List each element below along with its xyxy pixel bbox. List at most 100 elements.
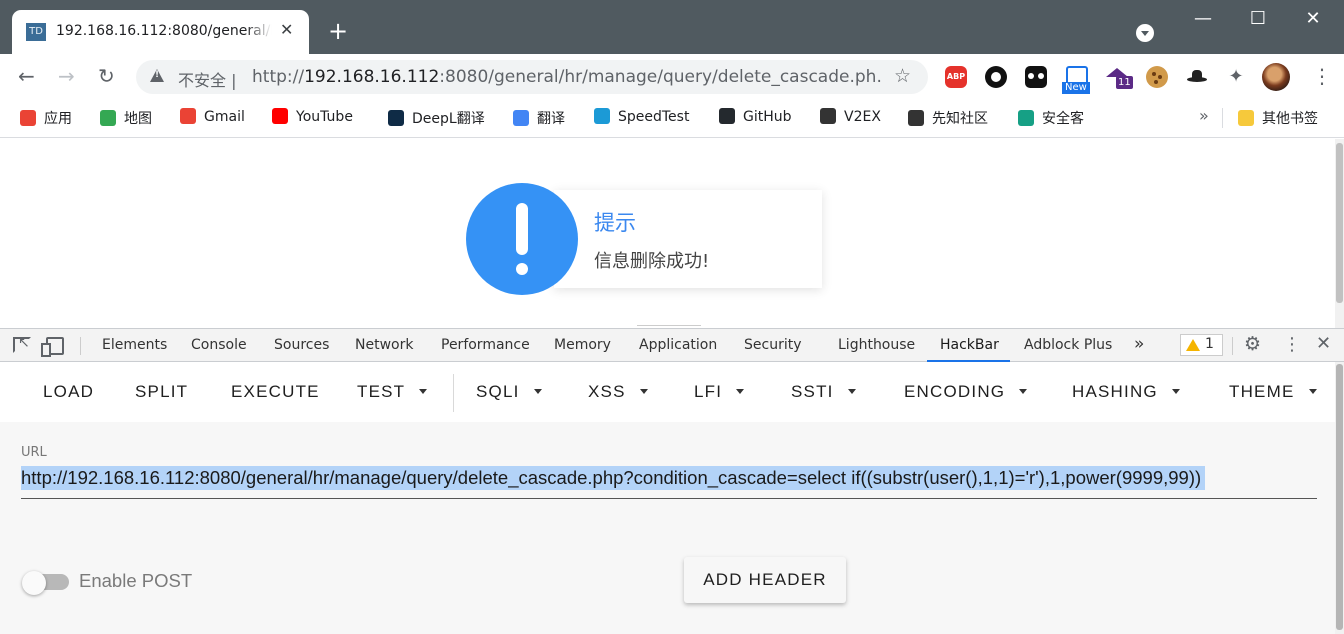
- hackbar-scrollbar[interactable]: [1335, 362, 1344, 634]
- more-tabs-icon[interactable]: »: [1134, 334, 1144, 354]
- lfi-label: LFI: [694, 382, 723, 401]
- tab-console[interactable]: Console: [191, 337, 247, 353]
- lfi-menu[interactable]: LFI: [694, 382, 745, 402]
- bookmark-item[interactable]: YouTube: [272, 108, 353, 128]
- tab-network[interactable]: Network: [355, 337, 413, 353]
- bookmark-label: 翻译: [537, 111, 565, 127]
- sqli-menu[interactable]: SQLI: [476, 382, 542, 402]
- device-toolbar-icon[interactable]: [41, 337, 64, 357]
- close-window-button[interactable]: ✕: [1290, 8, 1336, 29]
- encoding-menu[interactable]: ENCODING: [904, 382, 1028, 402]
- execute-button[interactable]: EXECUTE: [231, 382, 320, 402]
- add-header-button[interactable]: ADD HEADER: [684, 557, 846, 603]
- theme-menu[interactable]: THEME: [1229, 382, 1317, 402]
- bookmarks-divider: [1222, 108, 1223, 128]
- translate-icon: [513, 110, 529, 126]
- page-scrollbar-thumb[interactable]: [1336, 143, 1343, 303]
- minimize-button[interactable]: —: [1180, 8, 1226, 29]
- hackbar-scrollbar-thumb[interactable]: [1336, 364, 1343, 630]
- test-menu[interactable]: TEST: [357, 382, 428, 402]
- tab-elements[interactable]: Elements: [102, 337, 167, 353]
- other-bookmarks[interactable]: 其他书签: [1238, 108, 1318, 128]
- tab-memory[interactable]: Memory: [554, 337, 611, 353]
- tab-adblock-plus[interactable]: Adblock Plus: [1024, 337, 1112, 353]
- tab-favicon-icon: TD: [26, 23, 46, 41]
- extension-dots-icon[interactable]: [1025, 66, 1047, 88]
- reload-icon[interactable]: ↻: [98, 64, 115, 88]
- encoding-label: ENCODING: [904, 382, 1006, 401]
- extension-circle-icon[interactable]: [985, 66, 1007, 88]
- hackbar-panel: LOAD SPLIT EXECUTE TEST SQLI XSS LFI SST…: [0, 362, 1344, 634]
- url-textarea[interactable]: http://192.168.16.112:8080/general/hr/ma…: [21, 464, 1317, 499]
- load-button[interactable]: LOAD: [43, 382, 94, 402]
- caret-down-icon: [1171, 389, 1180, 394]
- back-arrow-icon[interactable]: ←: [18, 64, 35, 88]
- browser-toolbar: ← → ↻ 不安全 | http://192.168.16.112:8080/g…: [0, 54, 1344, 100]
- cookie-icon[interactable]: [1146, 66, 1168, 88]
- devtools-menu-icon[interactable]: ⋮: [1283, 334, 1301, 355]
- url-value[interactable]: http://192.168.16.112:8080/general/hr/ma…: [21, 466, 1206, 490]
- extension-new-icon[interactable]: New: [1062, 66, 1090, 94]
- devtools-close-icon[interactable]: ✕: [1316, 333, 1331, 354]
- devtools-divider: [80, 337, 81, 355]
- split-button[interactable]: SPLIT: [135, 382, 188, 402]
- adblock-plus-icon[interactable]: ABP: [945, 66, 967, 88]
- browser-tab[interactable]: TD 192.168.16.112:8080/general/hr/manage…: [12, 10, 309, 54]
- security-label[interactable]: 不安全 |: [178, 67, 236, 91]
- enable-post-toggle[interactable]: [22, 571, 69, 595]
- chrome-menu-icon[interactable]: ⋮: [1312, 64, 1332, 88]
- toggle-knob: [22, 571, 46, 595]
- exclamation-bar: [516, 203, 528, 255]
- extensions-puzzle-icon[interactable]: ✦: [1225, 66, 1247, 88]
- tab-hackbar[interactable]: HackBar: [940, 337, 999, 353]
- ssti-label: SSTI: [791, 382, 834, 401]
- bookmark-item[interactable]: SpeedTest: [594, 108, 689, 128]
- tab-lighthouse[interactable]: Lighthouse: [838, 337, 915, 353]
- bookmark-item[interactable]: V2EX: [820, 108, 881, 128]
- tab-application[interactable]: Application: [639, 337, 717, 353]
- enable-post-label: Enable POST: [79, 570, 193, 591]
- caret-down-icon: [533, 389, 542, 394]
- bookmark-item[interactable]: Gmail: [180, 108, 245, 128]
- anquanke-icon: [1018, 110, 1034, 126]
- new-tab-button[interactable]: +: [328, 18, 348, 44]
- folder-icon: [1238, 110, 1254, 126]
- maximize-button[interactable]: ☐: [1235, 8, 1281, 29]
- tab-search-dropdown-icon[interactable]: [1136, 24, 1154, 42]
- graduation-cap-icon[interactable]: 11: [1106, 66, 1133, 89]
- ssti-menu[interactable]: SSTI: [791, 382, 856, 402]
- hashing-menu[interactable]: HASHING: [1072, 382, 1180, 402]
- extension-count-badge: 11: [1116, 76, 1133, 89]
- hat-icon[interactable]: [1186, 66, 1208, 88]
- address-url[interactable]: http://192.168.16.112:8080/general/hr/ma…: [252, 67, 882, 87]
- bookmark-item[interactable]: 先知社区: [908, 108, 988, 128]
- settings-gear-icon[interactable]: ⚙: [1244, 333, 1261, 355]
- inspect-element-icon[interactable]: [13, 335, 31, 353]
- bookmark-item[interactable]: 安全客: [1018, 108, 1084, 128]
- page-scrollbar[interactable]: [1335, 139, 1344, 328]
- bookmark-item[interactable]: 翻译: [513, 108, 565, 128]
- bookmark-item[interactable]: GitHub: [719, 108, 792, 128]
- toast-message: 信息删除成功!: [594, 251, 710, 272]
- warnings-badge[interactable]: 1: [1180, 334, 1223, 356]
- address-bar[interactable]: 不安全 | http://192.168.16.112:8080/general…: [136, 60, 928, 94]
- profile-avatar[interactable]: [1262, 63, 1290, 91]
- bookmark-item[interactable]: 应用: [20, 108, 72, 128]
- tab-sources[interactable]: Sources: [274, 337, 329, 353]
- caret-down-icon: [847, 389, 856, 394]
- not-secure-warning-icon[interactable]: [150, 69, 164, 82]
- bookmark-star-icon[interactable]: ☆: [894, 65, 911, 87]
- bookmark-item[interactable]: 地图: [100, 108, 152, 128]
- tab-security[interactable]: Security: [744, 337, 802, 353]
- theme-label: THEME: [1229, 382, 1295, 401]
- forward-arrow-icon[interactable]: →: [58, 64, 75, 88]
- bookmark-label: Gmail: [204, 109, 245, 125]
- bookmark-label: DeepL翻译: [412, 111, 485, 127]
- speedtest-icon: [594, 108, 610, 124]
- bookmark-label: SpeedTest: [618, 109, 690, 125]
- bookmarks-overflow-icon[interactable]: »: [1199, 106, 1209, 125]
- tab-performance[interactable]: Performance: [441, 337, 530, 353]
- xss-menu[interactable]: XSS: [588, 382, 648, 402]
- tab-close-icon[interactable]: ✕: [280, 20, 293, 39]
- bookmark-item[interactable]: DeepL翻译: [388, 108, 485, 128]
